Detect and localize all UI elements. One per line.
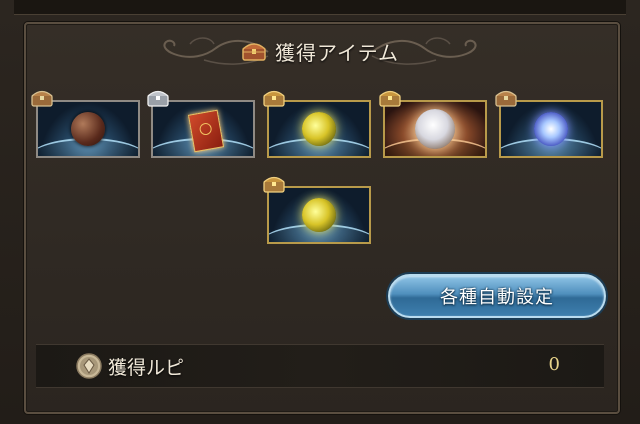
item-slot-white-orb[interactable] (383, 100, 487, 158)
gold-orb-icon (302, 198, 336, 232)
item-slot-red-book[interactable] (151, 100, 255, 158)
rupie-coin-icon (76, 353, 102, 379)
silver-chest-icon (147, 90, 169, 107)
rupie-earned-row: 獲得ルピ 0 (36, 344, 604, 388)
gold-chest-icon (263, 90, 285, 107)
rupie-value: 0 (548, 354, 560, 375)
header-title-group: 獲得アイテム (222, 34, 418, 68)
blue-orb-icon (534, 112, 568, 146)
panel-header: 獲得アイテム (160, 28, 480, 76)
gold-orb-icon (302, 112, 336, 146)
gold-chest-icon (379, 90, 401, 107)
brown-orb-icon (71, 112, 105, 146)
gold-chest-icon (263, 176, 285, 193)
page-title: 獲得アイテム (275, 40, 399, 65)
wooden-chest-icon (31, 90, 53, 107)
white-orb-icon (415, 109, 455, 149)
item-slot-gold-orb[interactable] (267, 100, 371, 158)
item-slot-blue-orb[interactable] (499, 100, 603, 158)
auto-settings-button[interactable]: 各種自動設定 (388, 274, 606, 318)
item-slot-brown-orb[interactable] (36, 100, 140, 158)
treasure-chest-icon (242, 43, 266, 61)
item-slot-gold-orb-2[interactable] (267, 186, 371, 244)
rupie-label: 獲得ルピ (108, 357, 185, 379)
red-book-icon (187, 109, 225, 153)
wooden-chest-icon (495, 90, 517, 107)
